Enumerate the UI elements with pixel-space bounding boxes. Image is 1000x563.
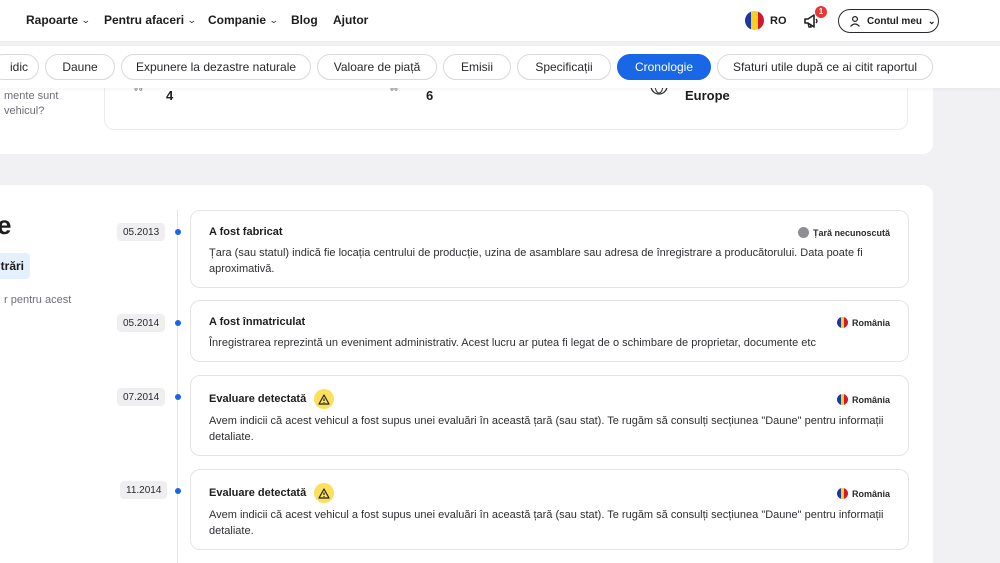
chevron-down-icon: ⌄ bbox=[186, 14, 197, 25]
entry-location: România bbox=[836, 488, 890, 499]
user-icon bbox=[850, 15, 860, 27]
timeline-dot bbox=[175, 394, 181, 400]
nav-rapoarte[interactable]: Rapoarte ⌄ bbox=[26, 13, 91, 27]
section-tabs: idic Daune Expunere la dezastre naturale… bbox=[0, 46, 1000, 88]
timeline-dot bbox=[175, 229, 181, 235]
keys-icon: °° bbox=[390, 87, 398, 98]
account-button[interactable]: Contul meu ⌄ bbox=[838, 9, 939, 33]
nav-companie-label: Companie bbox=[208, 13, 267, 27]
entry-title-row: Evaluare detectată bbox=[209, 483, 335, 503]
entry-description: Înregistrarea reprezintă un eveniment ad… bbox=[209, 337, 816, 349]
chevron-down-icon: ⌄ bbox=[80, 14, 91, 25]
timeline-date: 05.2013 bbox=[117, 223, 166, 241]
entry-location-label: Țară necunoscută bbox=[812, 227, 890, 238]
timeline-entry: Evaluare detectată România Avem indicii … bbox=[190, 375, 909, 456]
chevron-down-icon: ⌄ bbox=[268, 14, 279, 25]
summary-question: mente sunt vehicul? bbox=[4, 89, 58, 119]
entry-location-label: România bbox=[851, 394, 890, 405]
account-label: Contul meu bbox=[867, 15, 922, 27]
timeline-entry: A fost fabricat Țară necunoscută Țara (s… bbox=[190, 210, 909, 288]
romania-flag-icon bbox=[836, 394, 848, 405]
timeline-dot bbox=[175, 320, 181, 326]
timeline-date: 11.2014 bbox=[120, 481, 168, 499]
stat-value-2: 6 bbox=[426, 88, 434, 103]
nav-ajutor-label: Ajutor bbox=[333, 13, 369, 27]
entry-description: Țara (sau statul) indică fie locația cen… bbox=[209, 247, 863, 275]
entry-location: Țară necunoscută bbox=[797, 227, 890, 238]
entry-title: A fost înmatriculat bbox=[209, 316, 306, 328]
stat-value-1: 4 bbox=[166, 88, 174, 103]
entry-location: România bbox=[836, 394, 890, 405]
entry-title: A fost fabricat bbox=[209, 226, 283, 238]
entry-description: Avem indicii că acest vehicul a fost sup… bbox=[209, 509, 884, 537]
entry-location: România bbox=[836, 317, 890, 328]
language-code: RO bbox=[770, 14, 787, 27]
summary-question-line-2: vehicul? bbox=[4, 105, 45, 117]
tab-valoare-piata[interactable]: Valoare de piață bbox=[317, 54, 437, 80]
stat-value-3: Europe bbox=[685, 88, 730, 103]
nav-rapoarte-label: Rapoarte bbox=[26, 13, 79, 27]
timeline-entry: Evaluare detectată România Avem indicii … bbox=[190, 469, 909, 550]
entry-title: Evaluare detectată bbox=[209, 393, 307, 405]
timeline-line bbox=[177, 210, 178, 563]
timeline-entry: A fost înmatriculat România Înregistrare… bbox=[190, 300, 909, 362]
entry-title: Evaluare detectată bbox=[209, 487, 307, 499]
keys-icon: ° ° bbox=[134, 87, 143, 98]
tab-juridic[interactable]: idic bbox=[0, 54, 39, 80]
nav-pentru-afaceri-label: Pentru afaceri bbox=[104, 13, 185, 27]
nav-blog[interactable]: Blog bbox=[291, 13, 318, 27]
romania-flag-icon bbox=[745, 11, 764, 30]
entry-title-row: Evaluare detectată bbox=[209, 389, 335, 409]
entry-location-label: România bbox=[851, 317, 890, 328]
nav-pentru-afaceri[interactable]: Pentru afaceri ⌄ bbox=[104, 13, 197, 27]
tab-daune[interactable]: Daune bbox=[45, 54, 115, 80]
tab-emisii[interactable]: Emisii bbox=[443, 54, 511, 80]
warning-icon bbox=[314, 483, 335, 503]
watermark-logo: AUTOVIT.RO bbox=[8, 532, 167, 557]
timeline-date: 05.2014 bbox=[117, 314, 166, 332]
nav-blog-label: Blog bbox=[291, 13, 318, 27]
chevron-down-icon: ⌄ bbox=[928, 15, 936, 26]
romania-flag-icon bbox=[836, 488, 848, 499]
tab-cronologie[interactable]: Cronologie bbox=[617, 54, 711, 80]
entry-location-label: România bbox=[851, 488, 890, 499]
timeline-dot bbox=[175, 488, 181, 494]
section-heading: e bbox=[0, 210, 12, 240]
language-selector[interactable]: RO bbox=[745, 11, 787, 30]
top-navigation: Rapoarte ⌄ Pentru afaceri ⌄ Companie ⌄ Blog… bbox=[0, 0, 1000, 42]
notification-badge: 1 bbox=[815, 6, 827, 18]
nav-ajutor[interactable]: Ajutor bbox=[333, 13, 368, 27]
timeline-date: 07.2014 bbox=[117, 388, 166, 406]
section-subtitle: r pentru acest bbox=[4, 294, 72, 306]
entry-description: Avem indicii că acest vehicul a fost sup… bbox=[209, 415, 884, 443]
summary-question-line-1: mente sunt bbox=[4, 90, 59, 102]
warning-icon bbox=[314, 389, 335, 409]
romania-flag-icon bbox=[836, 317, 848, 328]
nav-companie[interactable]: Companie ⌄ bbox=[208, 13, 279, 27]
globe-icon bbox=[797, 227, 809, 238]
tab-sfaturi-utile[interactable]: Sfaturi utile după ce ai citit raportul bbox=[717, 54, 933, 80]
registrations-pill[interactable]: trări bbox=[0, 253, 30, 279]
tab-specificatii[interactable]: Specificații bbox=[517, 54, 611, 80]
tab-expunere-dezastre[interactable]: Expunere la dezastre naturale bbox=[121, 54, 311, 80]
